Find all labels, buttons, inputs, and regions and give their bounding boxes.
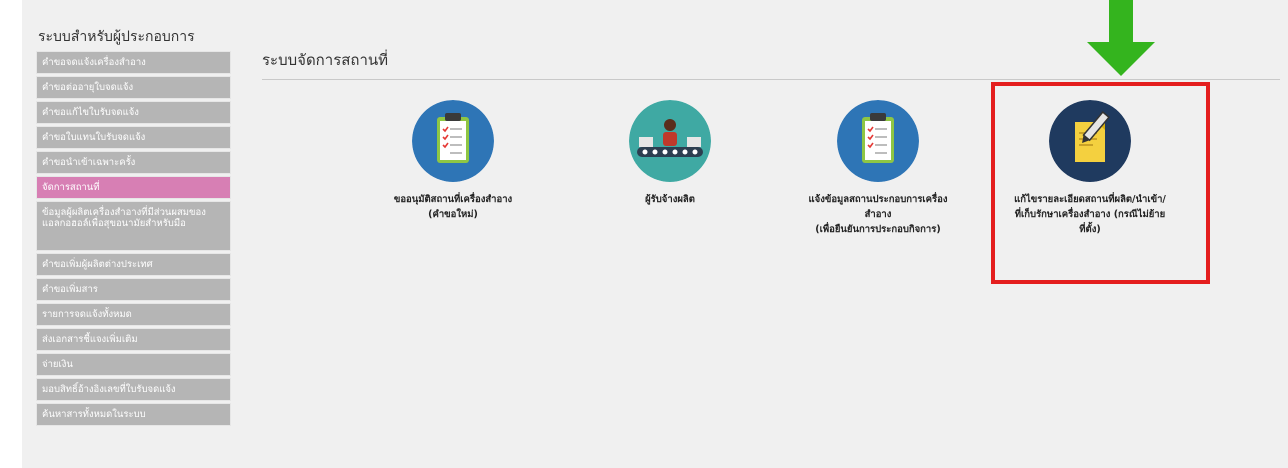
tile-label: ผู้รับจ้างผลิต [645,194,695,205]
sidebar-item-add-substance[interactable]: คำขอเพิ่มสาร [36,278,231,301]
clipboard-icon [412,100,494,182]
sidebar-item-payment[interactable]: จ่ายเงิน [36,353,231,376]
highlight-box [991,82,1210,284]
title-divider [262,79,1280,80]
sidebar-title: ระบบสำหรับผู้ประกอบการ [38,29,195,45]
sidebar-item-add-foreign-manufacturer[interactable]: คำขอเพิ่มผู้ผลิตต่างประเทศ [36,253,231,276]
sidebar-item-renewal-request[interactable]: คำขอต่ออายุใบจดแจ้ง [36,76,231,99]
sidebar-item-one-time-import[interactable]: คำขอนำเข้าเฉพาะครั้ง [36,151,231,174]
sidebar-item-grant-reference-rights[interactable]: มอบสิทธิ์อ้างอิงเลขที่ใบรับจดแจ้ง [36,378,231,401]
sidebar-item-all-notifications[interactable]: รายการจดแจ้งทั้งหมด [36,303,231,326]
clipboard-icon [837,100,919,182]
sidebar: ระบบสำหรับผู้ประกอบการ คำขอจดแจ้งเครื่อง… [36,27,231,428]
sidebar-item-manage-premises[interactable]: จัดการสถานที่ [36,176,231,199]
arrow-down-icon [1087,0,1155,76]
sidebar-item-notification-request[interactable]: คำขอจดแจ้งเครื่องสำอาง [36,51,231,74]
page-title: ระบบจัดการสถานที่ [262,51,389,69]
tile-premises-information[interactable]: แจ้งข้อมูลสถานประกอบการเครื่อง สำอาง (เพ… [783,100,973,237]
tile-new-premises-approval[interactable]: ขออนุมัติสถานที่เครื่องสำอาง (คำขอใหม่) [358,100,548,222]
sidebar-item-search-substances[interactable]: ค้นหาสารทั้งหมดในระบบ [36,403,231,426]
tile-contract-manufacturer[interactable]: ผู้รับจ้างผลิต [575,100,765,207]
conveyor-worker-icon [629,100,711,182]
tile-label: แจ้งข้อมูลสถานประกอบการเครื่อง สำอาง (เพ… [808,194,948,235]
sidebar-item-submit-documents[interactable]: ส่งเอกสารชี้แจงเพิ่มเติม [36,328,231,351]
sidebar-item-replacement-request[interactable]: คำขอใบแทนใบรับจดแจ้ง [36,126,231,149]
sidebar-item-amendment-request[interactable]: คำขอแก้ไขใบรับจดแจ้ง [36,101,231,124]
tile-label: ขออนุมัติสถานที่เครื่องสำอาง (คำขอใหม่) [393,194,513,220]
sidebar-item-alcohol-hand-sanitizer-producers[interactable]: ข้อมูลผู้ผลิตเครื่องสำอางที่มีส่วนผสมของ… [36,201,231,251]
